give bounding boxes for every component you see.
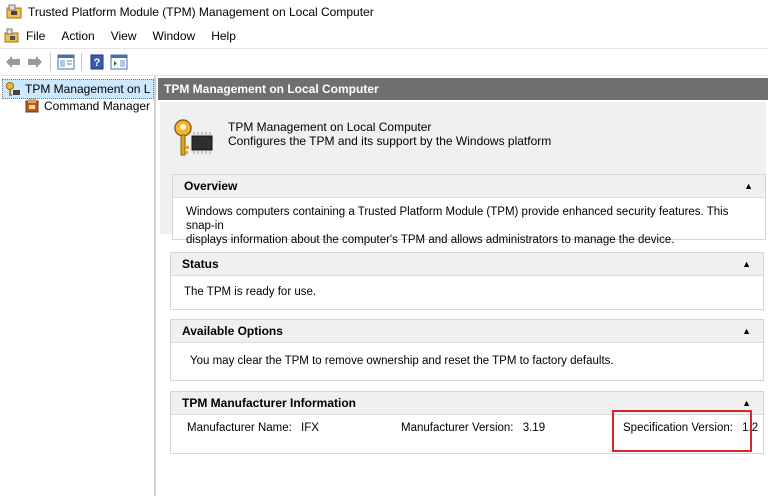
show-hide-tree-button[interactable] [55, 52, 77, 72]
overview-text-line2: displays information about the computer'… [186, 234, 675, 246]
show-hide-action-pane-button[interactable] [108, 52, 130, 72]
manufacturer-version-value: 3.19 [522, 422, 546, 434]
manufacturer-title: TPM Manufacturer Information [182, 396, 357, 410]
page-header: TPM Management on Local Computer [158, 78, 768, 100]
tpm-app-icon [6, 4, 22, 19]
forward-arrow-icon [28, 56, 42, 68]
collapse-icon[interactable]: ▲ [744, 175, 753, 197]
back-arrow-icon [6, 56, 20, 68]
menu-bar: File Action View Window Help [0, 26, 768, 46]
menu-action[interactable]: Action [53, 26, 102, 46]
console-icon[interactable] [4, 28, 20, 44]
available-options-panel-header[interactable]: Available Options ▲ [171, 320, 763, 343]
menu-window[interactable]: Window [145, 26, 204, 46]
back-button[interactable] [2, 52, 24, 72]
status-panel: Status ▲ The TPM is ready for use. [170, 252, 764, 310]
forward-button[interactable] [24, 52, 46, 72]
tree-item-command-manager[interactable]: Command Manager [24, 97, 150, 115]
collapse-icon[interactable]: ▲ [742, 253, 751, 275]
manufacturer-name-value: IFX [301, 422, 319, 434]
manufacturer-version-field: Manufacturer Version: 3.19 [401, 422, 545, 434]
help-icon: ? [90, 54, 104, 70]
console-tree-icon [57, 54, 75, 70]
main-pane: TPM Management on Local Computer TPM Man… [158, 78, 768, 496]
manufacturer-version-label: Manufacturer Version: [401, 422, 514, 434]
overview-body: Windows computers containing a Trusted P… [173, 198, 765, 253]
console-tree: TPM Management on L Command Manager [0, 76, 156, 496]
status-title: Status [182, 257, 219, 271]
highlight-annotation [612, 410, 752, 452]
menu-help[interactable]: Help [203, 26, 244, 46]
overview-text-line1: Windows computers containing a Trusted P… [186, 206, 729, 232]
tpm-key-chip-icon [174, 119, 213, 156]
status-body: The TPM is ready for use. [171, 276, 763, 305]
title-bar: Trusted Platform Module (TPM) Management… [0, 0, 768, 24]
toolbar: ? [0, 48, 768, 76]
help-button[interactable]: ? [86, 52, 108, 72]
toolbar-separator [50, 53, 51, 71]
tree-item-label: Command Manager [44, 99, 151, 113]
menu-file[interactable]: File [20, 26, 53, 46]
window-title: Trusted Platform Module (TPM) Management… [28, 5, 374, 19]
svg-text:?: ? [94, 57, 101, 69]
manufacturer-name-label: Manufacturer Name: [187, 422, 292, 434]
menu-view[interactable]: View [103, 26, 145, 46]
banner-description: Configures the TPM and its support by th… [228, 134, 552, 148]
collapse-icon[interactable]: ▲ [742, 320, 751, 342]
tree-item-label: TPM Management on L [25, 82, 151, 96]
overview-panel-header[interactable]: Overview ▲ [173, 175, 765, 198]
manufacturer-name-field: Manufacturer Name: IFX [187, 422, 319, 434]
available-options-body: You may clear the TPM to remove ownershi… [171, 343, 763, 374]
available-options-title: Available Options [182, 324, 283, 338]
available-options-panel: Available Options ▲ You may clear the TP… [170, 319, 764, 381]
toolbar-separator [81, 53, 82, 71]
status-panel-header[interactable]: Status ▲ [171, 253, 763, 276]
banner-title: TPM Management on Local Computer [228, 120, 432, 134]
overview-title: Overview [184, 179, 238, 193]
command-manager-icon [25, 99, 39, 113]
tpm-snapin-icon [6, 82, 20, 96]
available-options-text: You may clear the TPM to remove ownershi… [190, 355, 614, 367]
snapin-banner: TPM Management on Local Computer Configu… [160, 102, 766, 246]
action-pane-icon [110, 54, 128, 70]
tree-item-tpm-management[interactable]: TPM Management on L [2, 79, 154, 99]
overview-panel: Overview ▲ Windows computers containing … [172, 174, 766, 246]
status-text: The TPM is ready for use. [184, 286, 317, 298]
